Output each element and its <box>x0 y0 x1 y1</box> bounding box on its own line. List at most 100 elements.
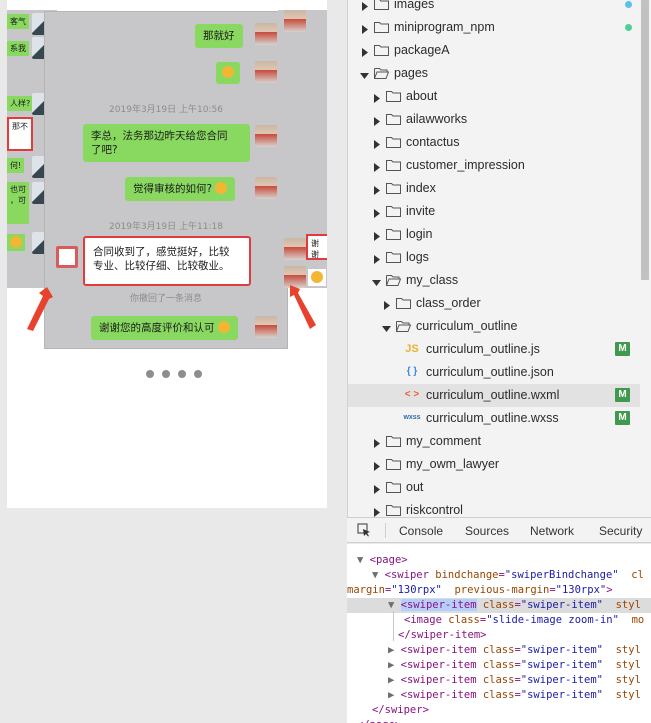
code-token: class <box>476 659 515 671</box>
chevron-down-icon[interactable] <box>360 69 369 79</box>
pagination-dot[interactable] <box>194 370 202 378</box>
folder-item-my-owm-lawyer[interactable]: my_owm_lawyer <box>348 453 640 476</box>
dom-node-line[interactable]: </page> <box>347 718 651 723</box>
folder-icon <box>386 251 401 263</box>
annotation-arrow-right <box>288 285 318 331</box>
tab-network[interactable]: Network <box>530 524 574 538</box>
code-token: </swiper-item> <box>398 629 487 641</box>
swiper-slide-current[interactable]: 那就好 2019年3月19日 上午10:56 李总，法务那边昨天给您合同 了吧?… <box>45 12 287 348</box>
chevron-right-icon[interactable] <box>372 483 381 494</box>
chevron-right-icon[interactable] <box>372 253 381 264</box>
expand-down-icon[interactable]: ▼ <box>372 569 385 581</box>
folder-item-customer-impression[interactable]: customer_impression <box>348 154 640 177</box>
dom-node-line[interactable]: ▶ <swiper-item class="swiper-item" styl <box>347 643 651 658</box>
code-token: "swiperBindchange" <box>504 569 619 581</box>
folder-item-ailawworks[interactable]: ailawworks <box>348 108 640 131</box>
folder-item-my-comment[interactable]: my_comment <box>348 430 640 453</box>
emoji-icon <box>217 321 230 333</box>
folder-item-contactus[interactable]: contactus <box>348 131 640 154</box>
file-item-curriculum-outline-wxss[interactable]: wxss curriculum_outline.wxss M <box>348 407 640 430</box>
folder-item-about[interactable]: about <box>348 85 640 108</box>
code-token: > <box>606 584 613 596</box>
expand-right-icon[interactable]: ▶ <box>388 659 401 671</box>
expand-right-icon[interactable]: ▶ <box>388 644 401 656</box>
chat-bubble: 李总，法务那边昨天给您合同 了吧? <box>83 124 250 162</box>
pagination-dot[interactable] <box>162 370 170 378</box>
file-item-curriculum-outline-js[interactable]: JS curriculum_outline.js M <box>348 338 640 361</box>
code-token: <swiper-item <box>400 644 477 656</box>
expand-right-icon[interactable]: ▶ <box>388 689 401 701</box>
chevron-right-icon[interactable] <box>372 184 381 195</box>
folder-item-invite[interactable]: invite <box>348 200 640 223</box>
chevron-right-icon[interactable] <box>372 92 381 103</box>
emoji-icon <box>10 236 22 248</box>
pagination-dot[interactable] <box>146 370 154 378</box>
expand-down-icon[interactable]: ▼ <box>357 554 370 566</box>
dom-node-line[interactable]: ▼ <page> <box>347 553 651 568</box>
scrollbar[interactable] <box>641 0 649 280</box>
wxml-file-icon: < > <box>404 389 420 400</box>
folder-item-curriculum-outline[interactable]: curriculum_outline <box>348 315 640 338</box>
chat-bubble: 谢谢您的高度评价和认可 <box>91 316 238 340</box>
folder-item-miniprogram-npm[interactable]: miniprogram_npm <box>348 16 640 39</box>
folder-item-logs[interactable]: logs <box>348 246 640 269</box>
code-token: class <box>476 689 515 701</box>
folder-item-out[interactable]: out <box>348 476 640 499</box>
chevron-right-icon[interactable] <box>360 0 369 11</box>
folder-item-login[interactable]: login <box>348 223 640 246</box>
phone-screen: 客气 系我 人样? 那不 何! 也可 ，可 那就好 2019年3月19日 上午1… <box>7 0 327 508</box>
code-token: "slide-image zoom-in" <box>486 614 619 626</box>
chevron-right-icon[interactable] <box>372 115 381 126</box>
file-item-curriculum-outline-json[interactable]: { } curriculum_outline.json <box>348 361 640 384</box>
code-token: bindchange <box>428 569 499 581</box>
chevron-right-icon[interactable] <box>372 437 381 448</box>
dom-node-line[interactable]: ▶ <swiper-item class="swiper-item" styl <box>347 688 651 703</box>
chat-fragment-emoji <box>308 269 326 286</box>
code-token: styl <box>602 644 641 656</box>
chevron-down-icon[interactable] <box>372 276 381 286</box>
folder-item-riskcontrol[interactable]: riskcontrol <box>348 499 640 517</box>
folder-icon <box>374 0 389 10</box>
chevron-down-icon[interactable] <box>382 322 391 332</box>
chevron-right-icon[interactable] <box>372 230 381 241</box>
dom-node-line[interactable]: ▶ <swiper-item class="swiper-item" styl <box>347 673 651 688</box>
chevron-right-icon[interactable] <box>360 46 369 57</box>
dom-node-line[interactable]: margin="130rpx" previous-margin="130rpx"… <box>347 583 651 598</box>
folder-item-class-order[interactable]: class_order <box>348 292 640 315</box>
expand-right-icon[interactable]: ▶ <box>388 674 401 686</box>
code-token: </page> <box>357 719 401 723</box>
dom-node-line[interactable]: ▶ <swiper-item class="swiper-item" styl <box>347 658 651 673</box>
folder-item-pages[interactable]: pages <box>348 62 640 85</box>
expand-down-icon[interactable]: ▼ <box>388 599 401 611</box>
folder-name: login <box>406 227 433 241</box>
inspect-element-icon[interactable] <box>357 523 371 537</box>
pagination-dot[interactable] <box>178 370 186 378</box>
tab-sources[interactable]: Sources <box>465 524 509 538</box>
folder-name: class_order <box>416 296 481 310</box>
code-token: "swiper-item" <box>520 674 603 686</box>
tab-console[interactable]: Console <box>399 524 443 538</box>
chevron-right-icon[interactable] <box>372 506 381 517</box>
tab-security[interactable]: Security <box>599 524 642 538</box>
swiper-pagination-dots[interactable] <box>146 370 202 378</box>
chevron-right-icon[interactable] <box>360 23 369 34</box>
code-token: mo <box>618 614 645 626</box>
chevron-right-icon[interactable] <box>382 299 391 310</box>
chevron-right-icon[interactable] <box>372 161 381 172</box>
folder-item-packagea[interactable]: packageA <box>348 39 640 62</box>
folder-icon <box>386 159 401 171</box>
folder-name: customer_impression <box>406 158 525 172</box>
chat-fragment: 客气 <box>7 14 29 29</box>
dom-node-line[interactable]: ▼ <swiper bindchange="swiperBindchange" … <box>347 568 651 583</box>
chevron-right-icon[interactable] <box>372 138 381 149</box>
swiper-slide-next[interactable]: 谢谢 <box>278 10 327 288</box>
folder-name: contactus <box>406 135 460 149</box>
folder-name: out <box>406 480 424 494</box>
dom-node-line[interactable]: </swiper> <box>347 703 651 718</box>
folder-item-index[interactable]: index <box>348 177 640 200</box>
chevron-right-icon[interactable] <box>372 207 381 218</box>
folder-item-my-class[interactable]: my_class <box>348 269 640 292</box>
file-item-curriculum-outline-wxml[interactable]: < > curriculum_outline.wxml M <box>348 384 640 407</box>
chevron-right-icon[interactable] <box>372 460 381 471</box>
folder-item-images[interactable]: images <box>348 0 640 16</box>
